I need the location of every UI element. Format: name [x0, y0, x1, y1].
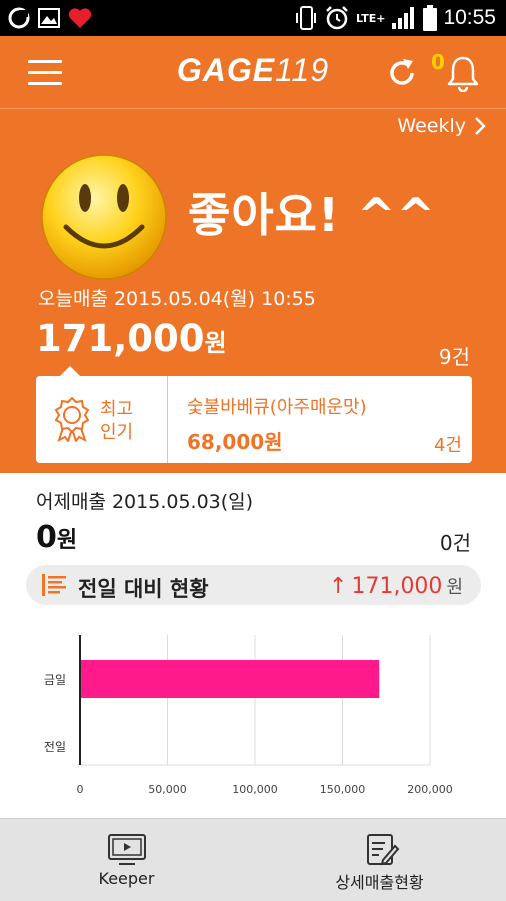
heart-icon	[68, 8, 92, 29]
mood-headline: 좋아요! ^^	[188, 188, 437, 242]
chart-category-label: 금일	[44, 673, 66, 687]
yesterday-amount: 0원	[36, 520, 78, 555]
best-badge-label: 최고 인기	[100, 399, 134, 443]
best-item-card[interactable]: 최고 인기 숯불바베큐(아주매운맛) 68,000원 4건	[36, 366, 472, 463]
document-edit-icon	[367, 834, 400, 866]
yesterday-sales-label: 어제매출 2015.05.03(일)	[36, 491, 254, 513]
chart-xtick-label: 200,000	[407, 783, 453, 796]
chart-xtick-label: 150,000	[320, 783, 366, 796]
app-bar: GAGE119 0	[0, 36, 506, 109]
nav-keeper-label: Keeper	[98, 869, 155, 888]
today-datetime: 2015.05.04(월) 10:55	[113, 288, 316, 310]
yesterday-count: 0건	[439, 531, 471, 555]
comparison-value: ↑ 171,000 원	[329, 574, 463, 599]
best-item-count: 4건	[433, 435, 462, 456]
yesterday-datetime: 2015.05.03(일)	[111, 491, 254, 513]
refresh-icon[interactable]	[385, 56, 419, 90]
image-icon	[38, 8, 60, 28]
nav-keeper[interactable]: Keeper	[0, 819, 253, 901]
bell-icon[interactable]	[445, 54, 481, 92]
bottom-navigation: Keeper 상세매출현황	[0, 818, 506, 901]
chart-xtick-label: 100,000	[232, 783, 278, 796]
best-badge: 최고 인기	[36, 376, 168, 463]
notification-count: 0	[431, 50, 445, 74]
chevron-right-icon	[475, 117, 486, 135]
signal-icon	[392, 7, 415, 29]
today-count: 9건	[438, 345, 470, 369]
today-amount: 171,000원	[36, 317, 227, 360]
chart-category-label: 전일	[44, 740, 66, 754]
sales-comparison-chart: 0 50,000 100,000 150,000 200,000 금일전일	[44, 635, 453, 796]
medal-icon	[54, 396, 90, 442]
battery-icon	[423, 5, 438, 31]
best-item-name: 숯불바베큐(아주매운맛)	[187, 397, 367, 418]
chart-xtick-label: 50,000	[148, 783, 187, 796]
tv-icon	[108, 834, 146, 865]
weekly-selector[interactable]: Weekly	[397, 115, 486, 137]
list-icon	[42, 574, 66, 596]
chart-bar	[80, 660, 380, 698]
network-type: LTE+	[356, 11, 386, 25]
nav-detailed-sales[interactable]: 상세매출현황	[253, 819, 506, 901]
up-arrow-icon: ↑	[329, 574, 348, 599]
nav-detailed-sales-label: 상세매출현황	[335, 873, 424, 892]
comparison-bar[interactable]: 전일 대비 현황 ↑ 171,000 원	[26, 565, 481, 605]
today-sales-label: 오늘매출 2015.05.04(월) 10:55	[38, 288, 316, 310]
today-summary-panel: Weekly 좋아요! ^^ 오늘매출 2015.05.04(월) 10:55 …	[0, 109, 506, 473]
alarm-icon	[326, 6, 348, 30]
status-bar: LTE+ 10:55	[0, 0, 506, 36]
chart-xtick-label: 0	[77, 783, 84, 796]
smiley-face-icon	[41, 154, 167, 280]
comparison-label: 전일 대비 현황	[78, 577, 209, 601]
clock: 10:55	[443, 6, 496, 29]
phone-vibrate-icon	[296, 6, 316, 30]
best-item-price: 68,000원	[187, 430, 283, 454]
app-circle-icon	[8, 7, 30, 29]
weekly-label: Weekly	[397, 115, 466, 137]
